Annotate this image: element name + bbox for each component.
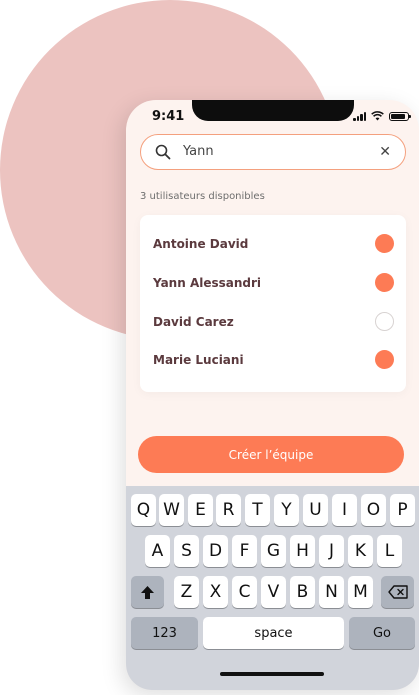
key-e[interactable]: E (188, 494, 213, 526)
wifi-icon (371, 111, 384, 121)
key-u[interactable]: U (303, 494, 328, 526)
key-o[interactable]: O (361, 494, 386, 526)
key-a[interactable]: A (145, 535, 170, 567)
search-input[interactable]: Yann ✕ (140, 134, 406, 170)
list-item[interactable]: Antoine David (153, 224, 394, 263)
space-key[interactable]: space (203, 617, 344, 649)
key-f[interactable]: F (232, 535, 257, 567)
create-team-button[interactable]: Créer l’équipe (138, 436, 404, 473)
keyboard: Q W E R T Y U I O P A S D F G H J K L Z … (126, 486, 419, 690)
key-j[interactable]: J (319, 535, 344, 567)
backspace-key[interactable] (381, 576, 414, 608)
backspace-icon (387, 585, 408, 599)
key-h[interactable]: H (290, 535, 315, 567)
go-key[interactable]: Go (349, 617, 415, 649)
status-time: 9:41 (152, 109, 185, 124)
key-z[interactable]: Z (174, 576, 199, 608)
user-list: Antoine David Yann Alessandri David Care… (140, 215, 406, 392)
key-m[interactable]: M (348, 576, 373, 608)
selection-toggle[interactable] (375, 234, 394, 253)
key-d[interactable]: D (203, 535, 228, 567)
user-name: David Carez (153, 314, 234, 329)
key-s[interactable]: S (174, 535, 199, 567)
phone-notch (192, 100, 354, 121)
available-users-count: 3 utilisateurs disponibles (140, 191, 265, 202)
key-n[interactable]: N (319, 576, 344, 608)
key-y[interactable]: Y (274, 494, 299, 526)
key-c[interactable]: C (232, 576, 257, 608)
key-w[interactable]: W (159, 494, 184, 526)
selection-toggle[interactable] (375, 350, 394, 369)
key-v[interactable]: V (261, 576, 286, 608)
user-name: Yann Alessandri (153, 275, 262, 290)
user-name: Antoine David (153, 236, 249, 251)
key-q[interactable]: Q (131, 494, 156, 526)
key-r[interactable]: R (216, 494, 241, 526)
shift-key[interactable] (131, 576, 164, 608)
user-name: Marie Luciani (153, 352, 244, 367)
numbers-key[interactable]: 123 (131, 617, 198, 649)
list-item[interactable]: Marie Luciani (153, 340, 394, 379)
key-b[interactable]: B (290, 576, 315, 608)
clear-icon[interactable]: ✕ (379, 143, 391, 161)
key-x[interactable]: X (203, 576, 228, 608)
key-p[interactable]: P (390, 494, 415, 526)
key-t[interactable]: T (245, 494, 270, 526)
selection-toggle[interactable] (375, 273, 394, 292)
search-value: Yann (183, 144, 214, 159)
key-i[interactable]: I (332, 494, 357, 526)
key-g[interactable]: G (261, 535, 286, 567)
key-k[interactable]: K (348, 535, 373, 567)
list-item[interactable]: Yann Alessandri (153, 263, 394, 302)
status-icons (353, 111, 411, 121)
key-l[interactable]: L (377, 535, 402, 567)
shift-icon (141, 585, 154, 599)
battery-icon (389, 112, 411, 121)
home-indicator (220, 672, 324, 676)
signal-icon (353, 112, 366, 121)
search-icon (155, 144, 171, 160)
list-item[interactable]: David Carez (153, 302, 394, 341)
selection-toggle[interactable] (375, 312, 394, 331)
phone-screen: 9:41 Yann ✕ 3 utilisateurs disponibles A… (126, 100, 419, 690)
